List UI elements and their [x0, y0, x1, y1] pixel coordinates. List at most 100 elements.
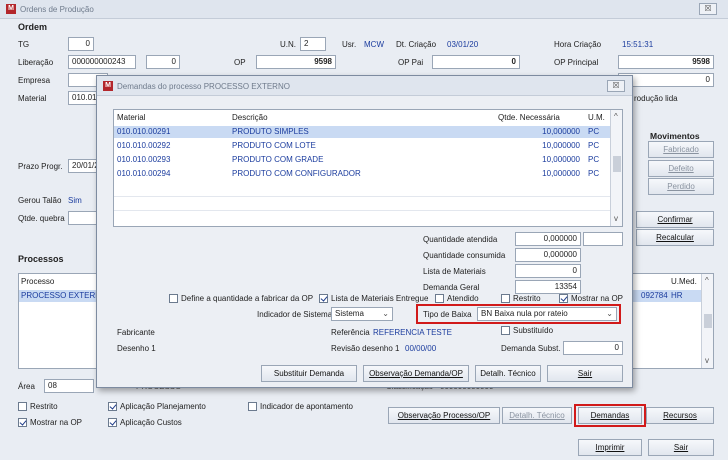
- aplicacao-planejamento-checkbox[interactable]: Aplicação Planejamento: [108, 402, 206, 411]
- checkbox-icon[interactable]: [501, 326, 510, 335]
- op-field[interactable]: 9598: [256, 55, 336, 69]
- mostrar-na-op-label: Mostrar na OP: [30, 418, 83, 427]
- scroll-down-icon[interactable]: v: [614, 214, 618, 223]
- processos-scrollbar[interactable]: ^ v: [701, 274, 713, 368]
- table-row[interactable]: 010.010.00291 PRODUTO SIMPLES 10,000000 …: [114, 126, 610, 138]
- checkbox-checked-icon[interactable]: [319, 294, 328, 303]
- checkbox-checked-icon[interactable]: [18, 418, 27, 427]
- qtde-cell: 10,000000: [542, 169, 580, 178]
- scroll-up-icon[interactable]: ^: [705, 276, 709, 285]
- scroll-thumb[interactable]: [704, 314, 712, 328]
- checkbox-icon[interactable]: [435, 294, 444, 303]
- row-divider: [114, 210, 610, 211]
- col-um: U.M.: [588, 113, 605, 122]
- indicador-sistema-select[interactable]: Sistema ⌄: [331, 307, 393, 321]
- checkbox-checked-icon[interactable]: [108, 418, 117, 427]
- liberacao-seq-field[interactable]: 0: [146, 55, 180, 69]
- scroll-thumb[interactable]: [613, 156, 621, 172]
- aplicacao-planejamento-label: Aplicação Planejamento: [120, 402, 206, 411]
- aplicacao-custos-checkbox[interactable]: Aplicação Custos: [108, 418, 182, 427]
- lista-materiais-field[interactable]: 0: [515, 264, 581, 278]
- confirmar-button[interactable]: Confirmar: [636, 211, 714, 228]
- demandas-scrollbar[interactable]: ^ v: [610, 110, 622, 226]
- define-qtd-checkbox[interactable]: Define a quantidade a fabricar da OP: [169, 294, 313, 303]
- imprimir-button[interactable]: Imprimir: [578, 439, 642, 456]
- material-cell: 010.010.00292: [117, 141, 171, 150]
- qtde-quebra-label: Qtde. quebra: [18, 214, 65, 223]
- window-title: Ordens de Produção: [20, 5, 94, 14]
- observacao-demanda-button[interactable]: Observação Demanda/OP: [363, 365, 469, 382]
- mostrar-na-op-checkbox[interactable]: Mostrar na OP: [18, 418, 82, 427]
- dialog-title: Demandas do processo PROCESSO EXTERNO: [117, 82, 290, 91]
- scroll-up-icon[interactable]: ^: [614, 112, 618, 121]
- checkbox-icon[interactable]: [501, 294, 510, 303]
- col-descricao: Descrição: [232, 113, 268, 122]
- op-principal-label: OP Principal: [554, 58, 599, 67]
- op-pai-field[interactable]: 0: [432, 55, 520, 69]
- row-divider: [114, 196, 610, 197]
- tg-field[interactable]: 0: [68, 37, 94, 51]
- revisao-label: Revisão desenho 1: [331, 344, 400, 353]
- um-cell: PC: [588, 141, 600, 150]
- main-title-bar: M Ordens de Produção ☒: [0, 0, 728, 19]
- restrito-checkbox[interactable]: Restrito: [18, 402, 58, 411]
- demanda-geral-field[interactable]: 13354: [515, 280, 581, 294]
- op-pai-label: OP Pai: [398, 58, 424, 67]
- tipo-baixa-highlight: [416, 304, 621, 324]
- col-umed: U.Med.: [671, 277, 697, 286]
- prazo-label: Prazo Progr.: [18, 162, 63, 171]
- op-label: OP: [234, 58, 246, 67]
- checkbox-checked-icon[interactable]: [559, 294, 568, 303]
- dialog-detalh-tecnico-button[interactable]: Detalh. Técnico: [475, 365, 541, 382]
- table-row[interactable]: 010.010.00293 PRODUTO COM GRADE 10,00000…: [114, 154, 610, 166]
- fabricado-button[interactable]: Fabricado: [648, 141, 714, 158]
- qtd-consumida-field[interactable]: 0,000000: [515, 248, 581, 262]
- checkbox-icon[interactable]: [18, 402, 27, 411]
- restrito-dialog-checkbox[interactable]: Restrito: [501, 294, 541, 303]
- scroll-down-icon[interactable]: v: [705, 356, 709, 365]
- un-field[interactable]: 2: [300, 37, 326, 51]
- checkbox-checked-icon[interactable]: [108, 402, 117, 411]
- op-principal-field[interactable]: 9598: [618, 55, 714, 69]
- indicador-apontamento-checkbox[interactable]: Indicador de apontamento: [248, 402, 353, 411]
- qtd-atendida-extra-field[interactable]: [583, 232, 623, 246]
- descricao-cell: PRODUTO COM CONFIGURADOR: [232, 169, 361, 178]
- recursos-button[interactable]: Recursos: [646, 407, 714, 424]
- material-cell: 010.010.00294: [117, 169, 171, 178]
- qtd-atendida-field[interactable]: 0,000000: [515, 232, 581, 246]
- table-row[interactable]: 010.010.00292 PRODUTO COM LOTE 10,000000…: [114, 140, 610, 152]
- qtd-atendida-label: Quantidade atendida: [423, 235, 498, 244]
- window-close-button[interactable]: ☒: [699, 3, 717, 15]
- descricao-cell: PRODUTO COM GRADE: [232, 155, 324, 164]
- lista-entregue-checkbox[interactable]: Lista de Materiais Entregue: [319, 294, 428, 303]
- processos-section-title: Processos: [18, 254, 64, 264]
- detalh-tecnico-button[interactable]: Detalh. Técnico: [502, 407, 572, 424]
- dialog-title-bar: M Demandas do processo PROCESSO EXTERNO …: [97, 76, 632, 96]
- atendido-checkbox[interactable]: Atendido: [435, 294, 479, 303]
- substituir-demanda-button[interactable]: Substituir Demanda: [261, 365, 357, 382]
- material-cell: 010.010.00293: [117, 155, 171, 164]
- empresa-label: Empresa: [18, 76, 51, 85]
- dt-criacao-value: 03/01/20: [447, 40, 479, 49]
- restrito-dialog-label: Restrito: [513, 294, 541, 303]
- demanda-subst-field[interactable]: 0: [563, 341, 623, 355]
- checkbox-icon[interactable]: [248, 402, 257, 411]
- recalcular-button[interactable]: Recalcular: [636, 229, 714, 246]
- lista-materiais-label: Lista de Materiais: [423, 267, 486, 276]
- liberacao-field[interactable]: 000000000243: [68, 55, 136, 69]
- defeito-button[interactable]: Defeito: [648, 160, 714, 177]
- mostrar-na-op-dialog-checkbox[interactable]: Mostrar na OP: [559, 294, 623, 303]
- qtde-cell: 10,000000: [542, 127, 580, 136]
- sair-button[interactable]: Sair: [648, 439, 714, 456]
- dialog-sair-button[interactable]: Sair: [547, 365, 623, 382]
- checkbox-icon[interactable]: [169, 294, 178, 303]
- demandas-table: Material Descrição Qtde. Necessária U.M.…: [113, 109, 623, 227]
- dialog-close-button[interactable]: ☒: [607, 80, 625, 92]
- area-field[interactable]: 08: [44, 379, 94, 393]
- atendido-label: Atendido: [447, 294, 479, 303]
- substituido-checkbox[interactable]: Substituído: [501, 326, 553, 335]
- observacao-processo-button[interactable]: Observação Processo/OP: [388, 407, 500, 424]
- app-logo-icon: M: [6, 4, 16, 14]
- table-row[interactable]: 010.010.00294 PRODUTO COM CONFIGURADOR 1…: [114, 168, 610, 180]
- perdido-button[interactable]: Perdido: [648, 178, 714, 195]
